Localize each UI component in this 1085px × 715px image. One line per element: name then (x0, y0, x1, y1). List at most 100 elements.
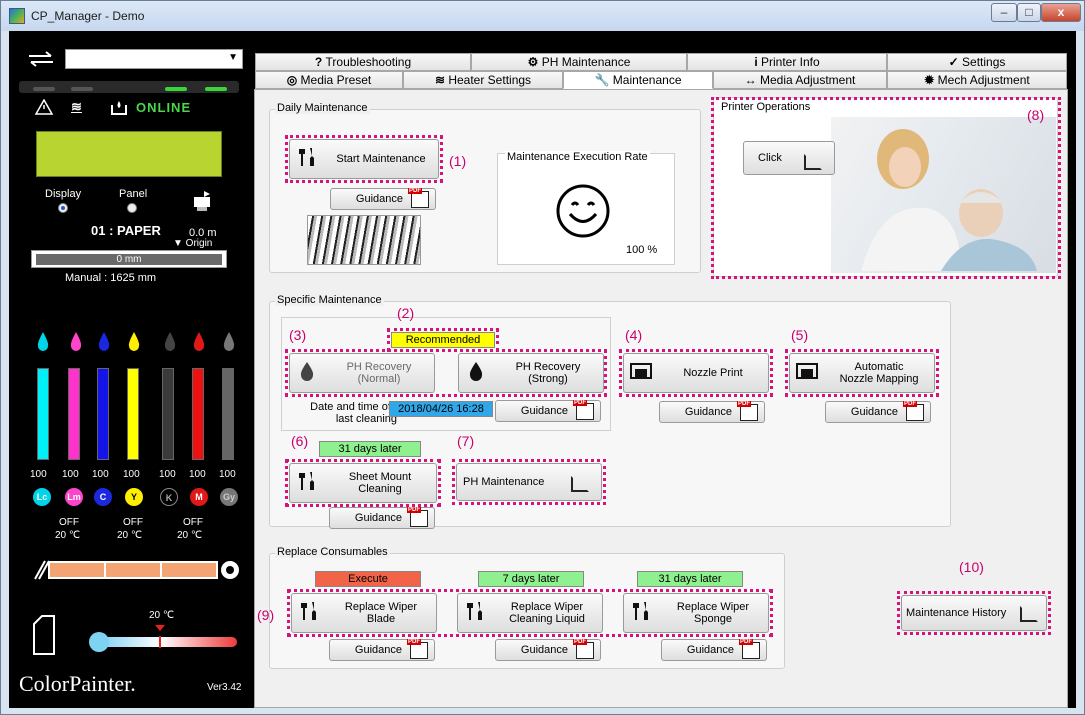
nozzle-guidance-label: Guidance (684, 406, 732, 418)
ink-bar-c (97, 368, 109, 460)
ink-bar-lc (37, 368, 49, 460)
tab-maintenance[interactable]: 🔧 Maintenance (563, 71, 713, 89)
annotation-label-4: (4) (625, 327, 643, 343)
sponge-guidance-label: Guidance (686, 644, 734, 656)
daily-guidance-button[interactable]: Guidance (330, 188, 436, 210)
pdf-icon (903, 401, 924, 421)
ink-drop-lc-icon (37, 332, 49, 351)
annotation-box-3 (285, 349, 607, 397)
ink-bar-m (192, 368, 204, 460)
tab-media-adjustment-label: Media Adjustment (759, 73, 856, 87)
close-button[interactable]: x (1041, 3, 1081, 22)
ink-level-lc: 100 (30, 469, 47, 480)
annotation-box-4 (619, 349, 773, 397)
nozzle-print-guidance-button[interactable]: Guidance (659, 401, 765, 423)
specific-maintenance-title: Specific Maintenance (275, 294, 384, 306)
ink-drop-m-icon (193, 332, 205, 351)
connection-arrows-icon[interactable] (27, 51, 55, 67)
ph-recovery-guidance-button[interactable]: Guidance (495, 400, 601, 422)
wiper-blade-status: Execute (315, 571, 421, 587)
panel-radio[interactable] (127, 203, 137, 213)
execution-rate-title: Maintenance Execution Rate (505, 151, 650, 163)
ink-code-lc: Lc (33, 488, 51, 506)
pdf-icon (573, 639, 594, 659)
maximize-button[interactable]: □ (1017, 3, 1041, 22)
wiper-liquid-guidance-button[interactable]: Guidance (495, 639, 601, 661)
annotation-box-5 (785, 349, 939, 397)
tab-settings[interactable]: ✓ Settings (887, 53, 1067, 71)
app-icon (9, 8, 25, 24)
annotation-label-2: (2) (397, 305, 415, 321)
ink-code-c: C (94, 488, 112, 506)
ph-guidance-label: Guidance (520, 405, 568, 417)
ink-bar-y (127, 368, 139, 460)
tab-mech-adjustment[interactable]: ✹ Mech Adjustment (887, 71, 1067, 89)
execution-rate-value: 100 % (626, 244, 658, 256)
annotation-box-10 (897, 591, 1051, 635)
tab-heater-settings[interactable]: ≋ Heater Settings (403, 71, 563, 89)
wiper-sponge-guidance-button[interactable]: Guidance (661, 639, 767, 661)
annotation-label-3: (3) (289, 327, 307, 343)
ink-code-gy: Gy (220, 488, 238, 506)
heater-settings-icon: ≋ (434, 73, 449, 87)
tab-media-adjustment[interactable]: ↔ Media Adjustment (713, 71, 887, 89)
warning-icon (35, 99, 53, 115)
heater-3-temp: 20 ℃ (177, 530, 203, 541)
annotation-label-6: (6) (291, 433, 309, 449)
pdf-icon (573, 400, 594, 420)
sheet-mount-guidance-button[interactable]: Guidance (329, 507, 435, 529)
version-label: Ver3.42 (207, 682, 242, 693)
status-led-3 (165, 87, 187, 91)
printer-status-panel: ▼ ≋ ONLINE Display Panel 01 : PAPER 0.0 … (9, 31, 249, 708)
lcd-display (36, 131, 222, 177)
heater-1-temp: 20 ℃ (55, 530, 81, 541)
manual-value: Manual : 1625 mm (65, 272, 157, 284)
ink-tank-icon (33, 615, 55, 655)
nozzle-mapping-guidance-button[interactable]: Guidance (825, 401, 931, 423)
heater-1-state: OFF (59, 517, 79, 528)
ink-drop-lm-icon (70, 332, 82, 351)
heater-platen-icon (34, 560, 239, 580)
arrows-horizontal-icon: ↔ (744, 73, 760, 87)
sheet-guidance-label: Guidance (354, 512, 402, 524)
ink-code-y: Y (125, 488, 143, 506)
tab-troubleshooting[interactable]: ? Troubleshooting (255, 53, 471, 71)
ink-code-k: K (160, 488, 178, 506)
minimize-button[interactable]: – (991, 3, 1017, 22)
annotation-label-5: (5) (791, 327, 809, 343)
liquid-guidance-label: Guidance (520, 644, 568, 656)
printer-icon[interactable] (191, 189, 213, 213)
position-value: 0 mm (36, 254, 222, 265)
smiley-icon (556, 184, 610, 238)
question-icon: ? (314, 55, 326, 69)
gear-icon: ✹ (924, 73, 938, 87)
panel-label: Panel (119, 188, 148, 200)
annotation-label-9: (9) (257, 607, 275, 623)
chevron-down-icon: ▼ (228, 52, 238, 63)
tab-maintenance-label: Maintenance (612, 73, 682, 87)
origin-label: ▼ Origin (173, 238, 213, 249)
title-bar: CP_Manager - Demo – □ x (1, 1, 1084, 31)
display-radio[interactable] (58, 203, 68, 213)
ink-drop-y-icon (128, 332, 140, 351)
tab-ph-maintenance-label: PH Maintenance (541, 55, 631, 69)
annotation-box-6 (285, 459, 441, 507)
tab-printer-info-label: Printer Info (760, 55, 820, 69)
status-led-2 (71, 87, 93, 91)
tab-media-preset[interactable]: ◎ Media Preset (255, 71, 403, 89)
replace-consumables-title: Replace Consumables (275, 546, 390, 558)
tab-printer-info[interactable]: i Printer Info (687, 53, 887, 71)
ink-level-m: 100 (189, 469, 206, 480)
wiper-blade-guidance-button[interactable]: Guidance (329, 639, 435, 661)
tab-settings-label: Settings (962, 55, 1006, 69)
tab-ph-maintenance[interactable]: ⚙ PH Maintenance (471, 53, 687, 71)
pdf-icon (408, 188, 429, 208)
printer-select[interactable]: ▼ (65, 49, 243, 69)
annotation-box-9 (287, 589, 773, 637)
ink-bar-lm (68, 368, 80, 460)
heater-2-temp: 20 ℃ (117, 530, 143, 541)
info-icon: i (754, 55, 761, 69)
settings-check-icon: ✓ (948, 55, 963, 69)
ink-code-m: M (190, 488, 208, 506)
wrench-icon: 🔧 (594, 73, 613, 87)
